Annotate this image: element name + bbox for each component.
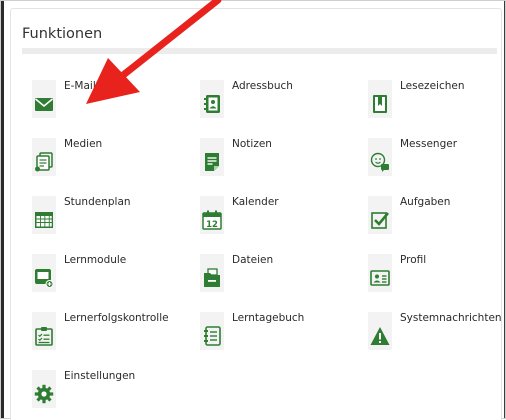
function-label: Lesezeichen xyxy=(400,80,465,92)
function-label: Notizen xyxy=(232,138,272,150)
learning-modules-icon xyxy=(32,254,56,292)
timetable-icon xyxy=(32,196,56,234)
function-timetable[interactable]: Stundenplan xyxy=(32,196,182,246)
function-learning-diary[interactable]: Lerntagebuch xyxy=(200,312,350,362)
address-book-icon xyxy=(200,80,224,118)
function-calendar[interactable]: 12 Kalender xyxy=(200,196,350,246)
profile-icon xyxy=(368,254,392,292)
learning-diary-icon xyxy=(200,312,224,350)
function-label: Lernmodule xyxy=(64,254,127,266)
files-icon xyxy=(200,254,224,292)
title-divider xyxy=(22,48,497,54)
function-bookmarks[interactable]: Lesezeichen xyxy=(368,80,506,130)
function-profile[interactable]: Profil xyxy=(368,254,506,304)
media-icon xyxy=(32,138,56,176)
function-label: Messenger xyxy=(400,138,458,150)
messenger-icon xyxy=(368,138,392,176)
function-label: E-Mail xyxy=(64,80,96,92)
function-label: Profil xyxy=(400,254,427,266)
function-notes[interactable]: Notizen xyxy=(200,138,350,188)
learning-check-icon xyxy=(32,312,56,350)
function-settings[interactable]: Einstellungen xyxy=(32,370,182,420)
function-label: Stundenplan xyxy=(64,196,131,208)
bookmark-icon xyxy=(368,80,392,118)
function-messenger[interactable]: Messenger xyxy=(368,138,506,188)
function-files[interactable]: Dateien xyxy=(200,254,350,304)
calendar-icon: 12 xyxy=(200,196,224,234)
mail-icon xyxy=(32,80,56,118)
function-media[interactable]: Medien xyxy=(32,138,182,188)
tasks-icon xyxy=(368,196,392,234)
calendar-day-text: 12 xyxy=(206,220,218,230)
function-system-messages[interactable]: Systemnachrichten xyxy=(368,312,506,362)
panel-title: Funktionen xyxy=(22,26,103,42)
function-label: Medien xyxy=(64,138,103,150)
function-label: Dateien xyxy=(232,254,274,266)
function-address-book[interactable]: Adressbuch xyxy=(200,80,350,130)
function-label: Adressbuch xyxy=(232,80,293,92)
function-email[interactable]: E-Mail xyxy=(32,80,182,130)
notes-icon xyxy=(200,138,224,176)
function-label: Einstellungen xyxy=(64,370,136,382)
settings-icon xyxy=(32,370,56,408)
function-label: Aufgaben xyxy=(400,196,451,208)
function-label: Lernerfolgskontrolle xyxy=(64,312,169,324)
function-label: Kalender xyxy=(232,196,279,208)
function-learning-check[interactable]: Lernerfolgskontrolle xyxy=(32,312,182,362)
function-label: Lerntagebuch xyxy=(232,312,305,324)
function-learning-modules[interactable]: Lernmodule xyxy=(32,254,182,304)
function-tasks[interactable]: Aufgaben xyxy=(368,196,506,246)
system-messages-icon xyxy=(368,312,392,350)
function-label: Systemnachrichten xyxy=(400,312,502,324)
